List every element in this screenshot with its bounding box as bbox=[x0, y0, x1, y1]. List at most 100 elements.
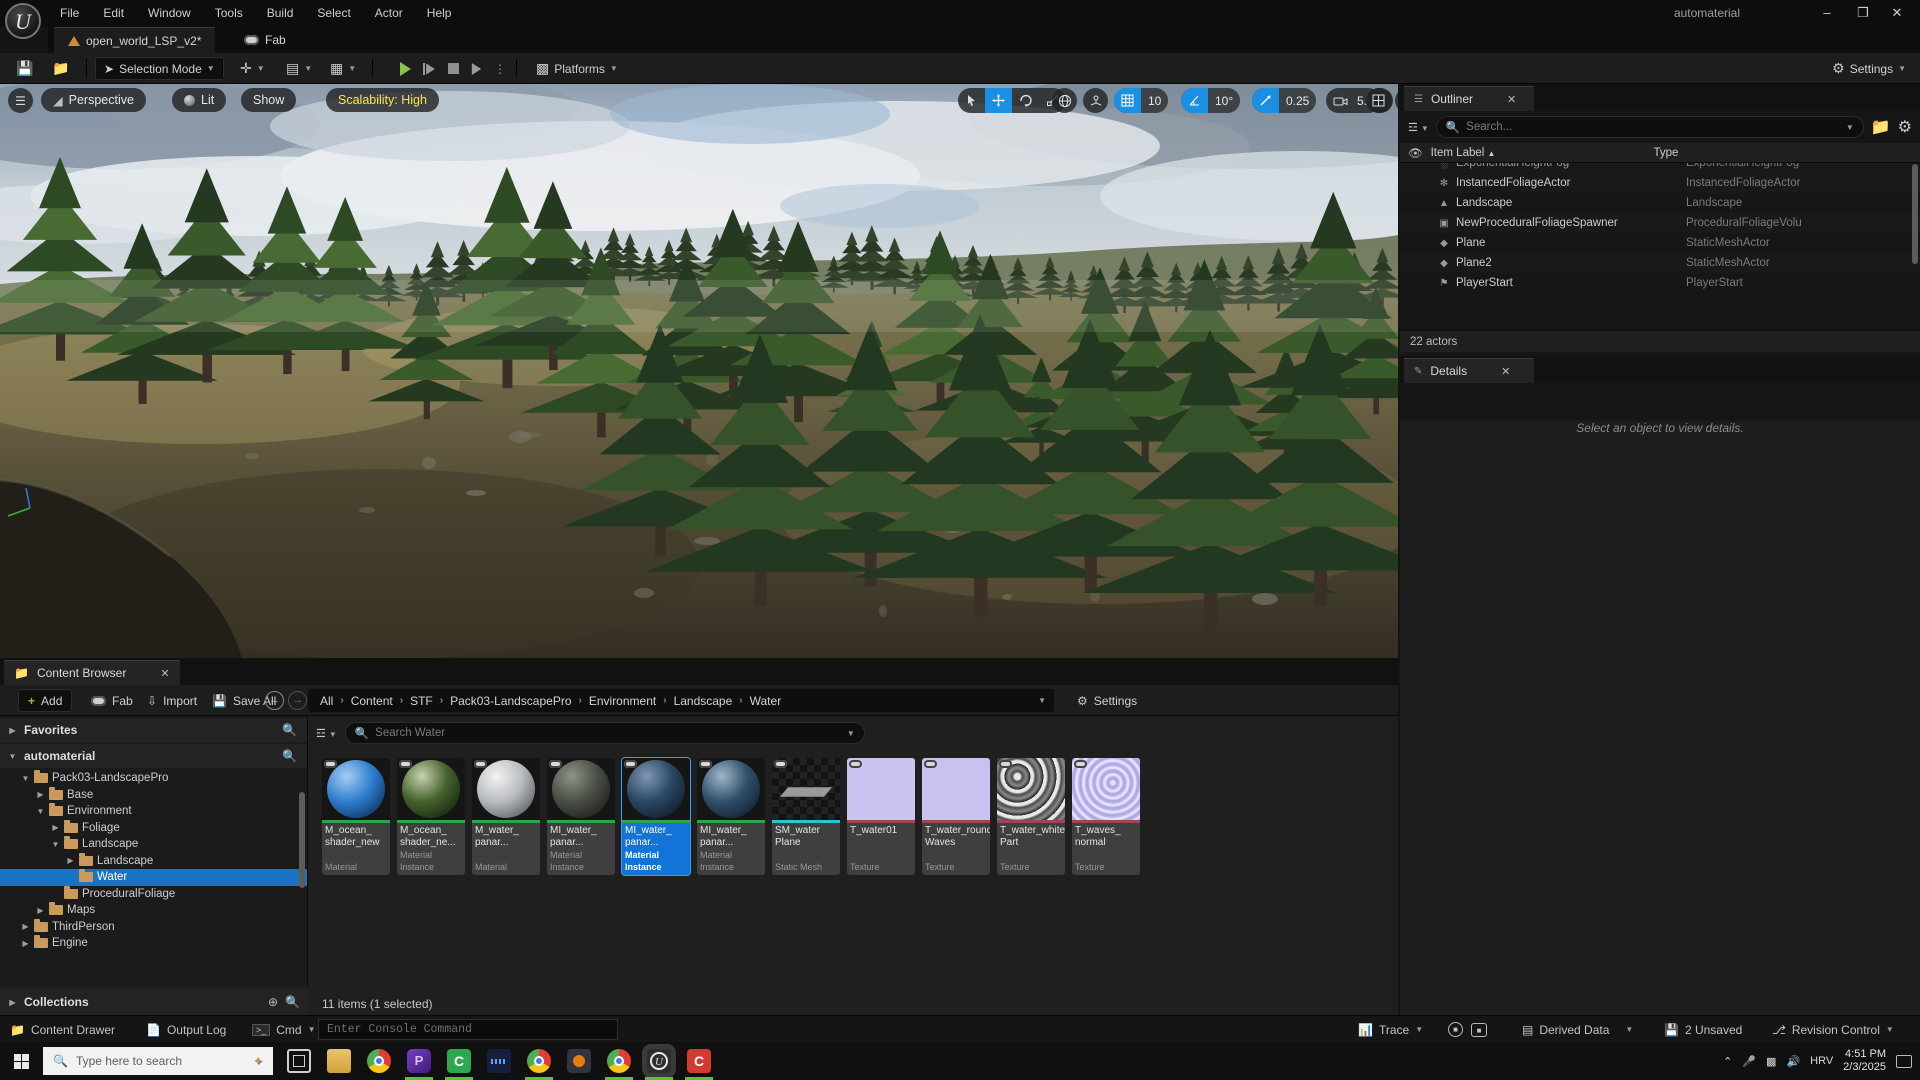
notifications-icon[interactable] bbox=[1896, 1055, 1912, 1068]
language-indicator[interactable]: HRV bbox=[1810, 1055, 1833, 1067]
outliner-row[interactable]: ✻InstancedFoliageActorInstancedFoliageAc… bbox=[1400, 173, 1920, 193]
asset-t_waves_normal[interactable]: T_waves_normalTexture bbox=[1072, 758, 1140, 875]
collections-section[interactable]: ▶Collections ⊕ 🔍 bbox=[0, 989, 308, 1015]
outliner-row[interactable]: ⚑PlayerStartPlayerStart bbox=[1400, 273, 1920, 293]
expand-arrow-icon[interactable]: ▶ bbox=[36, 790, 45, 799]
expand-arrow-icon[interactable]: ▶ bbox=[21, 939, 30, 948]
project-root-section[interactable]: ▼automaterial 🔍 bbox=[0, 744, 307, 768]
red-c-app-taskbar-icon[interactable]: C bbox=[687, 1049, 711, 1073]
asset-m_ocean_shader_ne[interactable]: M_ocean_shader_ne...Material Instance bbox=[397, 758, 465, 875]
expand-arrow-icon[interactable]: ▶ bbox=[51, 823, 60, 832]
menu-help[interactable]: Help bbox=[415, 0, 464, 26]
folder-base[interactable]: ▶Base bbox=[0, 787, 307, 804]
purple-app-taskbar-icon[interactable]: P bbox=[407, 1049, 431, 1073]
favorites-search-icon[interactable]: 🔍 bbox=[282, 723, 297, 737]
folder-foliage[interactable]: ▶Foliage bbox=[0, 820, 307, 837]
breadcrumb-stf[interactable]: STF bbox=[406, 694, 437, 708]
details-close-icon[interactable]: ✕ bbox=[1501, 365, 1510, 378]
root-search-icon[interactable]: 🔍 bbox=[282, 749, 297, 763]
asset-t_water_roundwaves[interactable]: T_water_roundWavesTexture bbox=[922, 758, 990, 875]
breadcrumb-landscape[interactable]: Landscape bbox=[670, 694, 737, 708]
menu-actor[interactable]: Actor bbox=[363, 0, 415, 26]
menu-tools[interactable]: Tools bbox=[203, 0, 255, 26]
world-space-button[interactable] bbox=[1052, 88, 1077, 113]
blueprints-dropdown[interactable]: ▤▼ bbox=[278, 57, 320, 80]
folder-pack03-landscapepro[interactable]: ▼Pack03-LandscapePro bbox=[0, 770, 307, 787]
scale-snap-button[interactable] bbox=[1252, 88, 1279, 113]
revision-control-dropdown[interactable]: ⎇Revision Control▼ bbox=[1772, 1016, 1894, 1043]
asset-mi_water_panar[interactable]: MI_water_panar...Material Instance bbox=[622, 758, 690, 875]
outliner-row[interactable]: ▣NewProceduralFoliageSpawnerProceduralFo… bbox=[1400, 213, 1920, 233]
search-options-icon[interactable]: ▼ bbox=[847, 729, 855, 738]
outliner-scrollbar[interactable] bbox=[1912, 164, 1918, 264]
expand-arrow-icon[interactable]: ▶ bbox=[66, 856, 75, 865]
sidebar-scrollbar[interactable] bbox=[299, 792, 305, 888]
rotation-snap-button[interactable] bbox=[1181, 88, 1208, 113]
lit-dropdown[interactable]: Lit bbox=[172, 88, 226, 112]
rotate-tool-button[interactable] bbox=[1012, 88, 1039, 113]
camera-speed-icon[interactable] bbox=[1326, 88, 1350, 113]
forward-button[interactable]: → bbox=[288, 691, 307, 710]
unreal-engine-taskbar-icon[interactable]: U bbox=[647, 1049, 671, 1073]
minimize-button[interactable]: – bbox=[1810, 0, 1844, 26]
search-options-icon[interactable]: ▼ bbox=[1846, 123, 1854, 132]
asset-m_ocean_shader_new[interactable]: M_ocean_shader_newMaterial bbox=[322, 758, 390, 875]
asset-filter-icon[interactable]: ☲ ▼ bbox=[316, 727, 337, 740]
tab-level[interactable]: open_world_LSP_v2* bbox=[54, 27, 215, 53]
scalability-button[interactable]: Scalability: High bbox=[326, 88, 439, 112]
mic-icon[interactable]: 🎤 bbox=[1742, 1055, 1756, 1068]
cmd-dropdown[interactable]: >_ Cmd▼ bbox=[252, 1016, 316, 1043]
move-tool-button[interactable] bbox=[985, 88, 1012, 113]
item-label-column[interactable]: Item Label ▲ bbox=[1431, 147, 1496, 159]
folder-water[interactable]: Water bbox=[0, 869, 307, 886]
outliner-row[interactable]: ◆PlaneStaticMeshActor bbox=[1400, 233, 1920, 253]
add-collection-icon[interactable]: ⊕ bbox=[268, 995, 278, 1009]
asset-mi_water_panar[interactable]: MI_water_panar...Material Instance bbox=[697, 758, 765, 875]
chrome-3-taskbar-icon[interactable] bbox=[607, 1049, 631, 1073]
chrome-2-taskbar-icon[interactable] bbox=[527, 1049, 551, 1073]
asset-m_water_panar[interactable]: M_water_panar...Material bbox=[472, 758, 540, 875]
show-dropdown[interactable]: Show bbox=[241, 88, 296, 112]
outliner-filter-icon[interactable]: ☲ ▼ bbox=[1408, 121, 1429, 134]
outliner-row-clipped[interactable]: ░ ExponentialHeightFog ExponentialHeight… bbox=[1400, 163, 1920, 173]
folder-engine[interactable]: ▶Engine bbox=[0, 935, 307, 952]
content-browser-tab[interactable]: 📁 Content Browser ✕ bbox=[4, 660, 180, 685]
menu-file[interactable]: File bbox=[48, 0, 91, 26]
platforms-dropdown[interactable]: ▩ Platforms▼ bbox=[528, 57, 626, 80]
chrome-taskbar-icon[interactable] bbox=[367, 1049, 391, 1073]
fab-button[interactable]: Fab bbox=[82, 689, 142, 712]
output-log-button[interactable]: 📄Output Log bbox=[146, 1016, 226, 1043]
volume-icon[interactable]: 🔊 bbox=[1786, 1055, 1800, 1068]
play-options-button[interactable]: ⋮ bbox=[494, 62, 506, 76]
tab-fab[interactable]: Fab bbox=[230, 27, 300, 53]
surface-snap-button[interactable] bbox=[1083, 88, 1108, 113]
import-button[interactable]: ⇩ Import bbox=[138, 689, 206, 712]
perspective-dropdown[interactable]: ◢ Perspective bbox=[41, 88, 146, 112]
tray-expand-icon[interactable]: ⌃ bbox=[1723, 1055, 1732, 1068]
scale-snap-value[interactable]: 0.25 bbox=[1279, 88, 1316, 113]
rotation-snap-value[interactable]: 10° bbox=[1208, 88, 1240, 113]
trace-dropdown[interactable]: 📊Trace▼ bbox=[1358, 1016, 1423, 1043]
close-button[interactable]: ✕ bbox=[1880, 0, 1914, 26]
cinematics-dropdown[interactable]: ▦▼ bbox=[322, 57, 364, 80]
play-button[interactable] bbox=[400, 62, 411, 76]
trace-indicators[interactable]: ■ ■ bbox=[1448, 1016, 1487, 1043]
folder-thirdperson[interactable]: ▶ThirdPerson bbox=[0, 919, 307, 936]
start-button[interactable] bbox=[14, 1054, 29, 1069]
type-column[interactable]: Type bbox=[1653, 147, 1678, 159]
new-folder-icon[interactable]: 📁 bbox=[1871, 117, 1891, 137]
asset-search-input[interactable]: 🔍 Search Water ▼ bbox=[345, 722, 865, 744]
folder-landscape[interactable]: ▼Landscape bbox=[0, 836, 307, 853]
asset-t_water_whitepart[interactable]: T_water_whitePartTexture bbox=[997, 758, 1065, 875]
quadview-button[interactable] bbox=[1366, 88, 1391, 113]
frame-skip-button[interactable] bbox=[423, 62, 436, 76]
outliner-search-input[interactable]: 🔍 Search... ▼ bbox=[1436, 116, 1864, 138]
asset-mi_water_panar[interactable]: MI_water_panar...Material Instance bbox=[547, 758, 615, 875]
content-browser-button[interactable]: 📁 bbox=[44, 57, 77, 80]
taskbar-search[interactable]: 🔍 Type here to search ✦ bbox=[43, 1047, 273, 1075]
grid-snap-button[interactable] bbox=[1114, 88, 1141, 113]
path-options-icon[interactable]: ▼ bbox=[1038, 696, 1046, 705]
taskbar-clock[interactable]: 4:51 PM 2/3/2025 bbox=[1843, 1048, 1886, 1074]
settings-dropdown[interactable]: ⚙ Settings▼ bbox=[1824, 57, 1914, 80]
grid-snap-value[interactable]: 10 bbox=[1141, 88, 1168, 113]
